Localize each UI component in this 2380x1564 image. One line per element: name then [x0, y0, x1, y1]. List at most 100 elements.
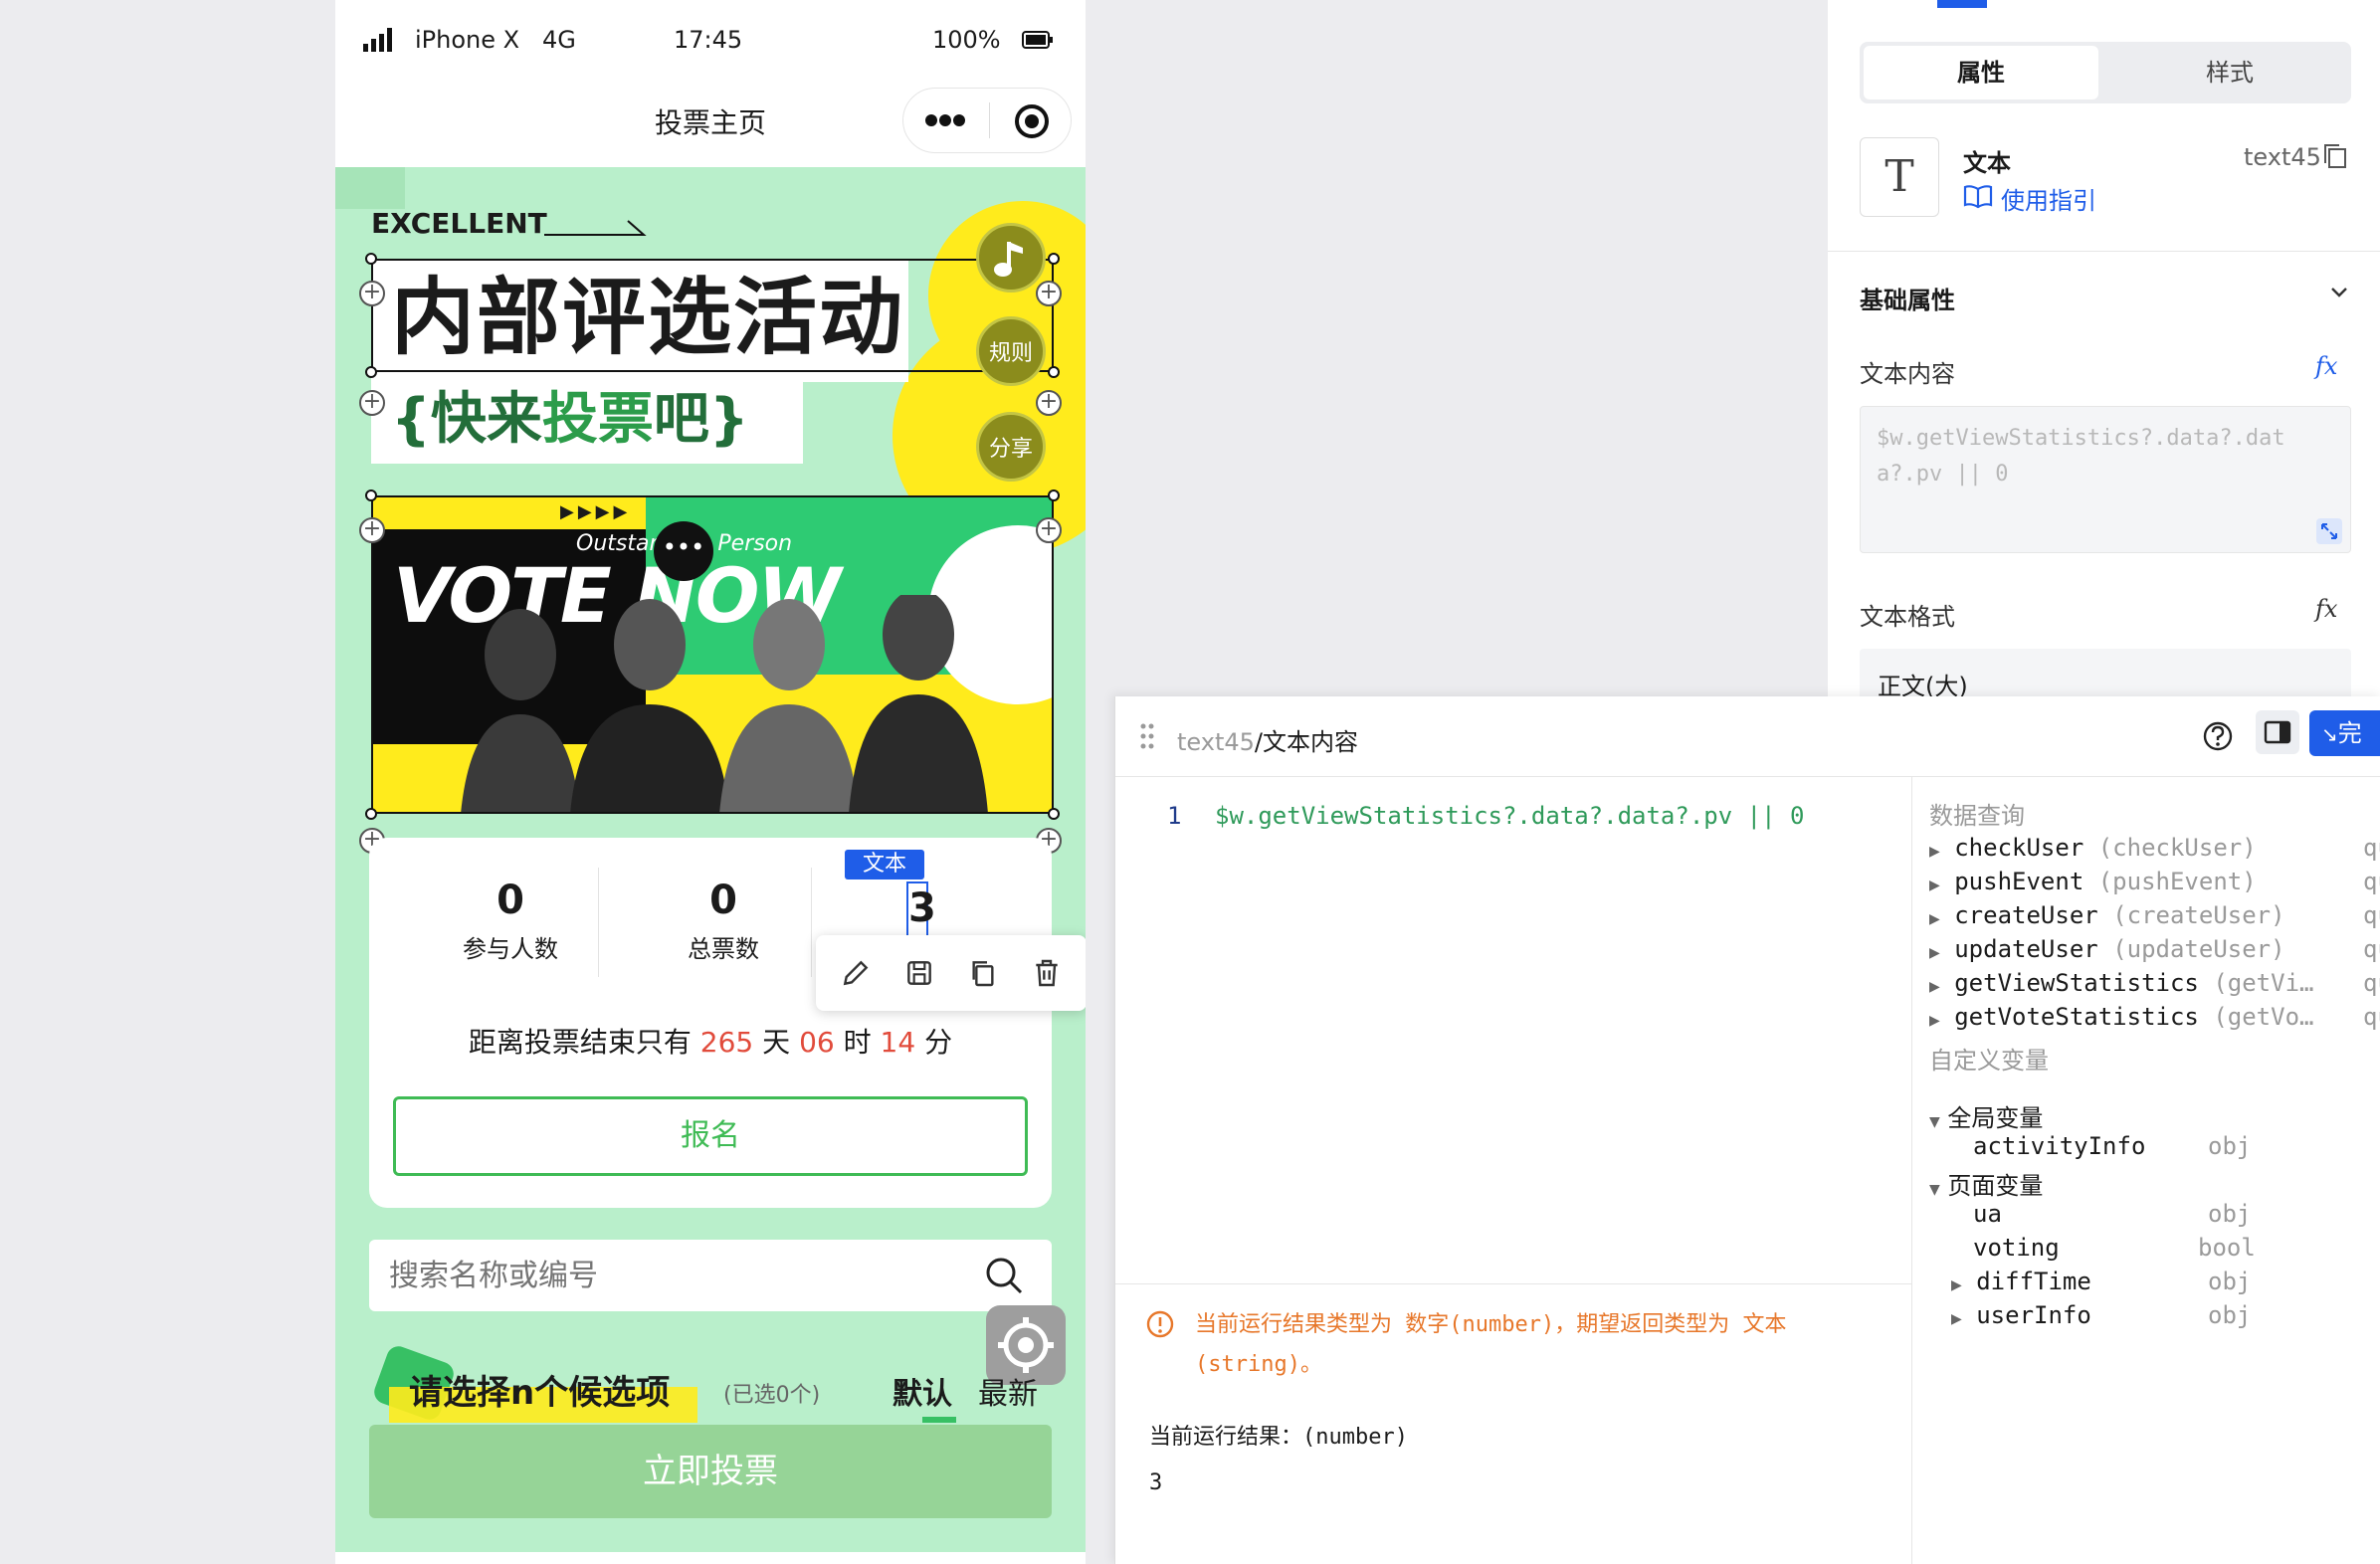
- query-item[interactable]: ▶ updateUser (updateUser)qu: [1929, 935, 2380, 963]
- countdown-minutes: 14: [880, 1026, 916, 1059]
- share-button[interactable]: 分享: [976, 412, 1046, 482]
- stat-participants: 0 参与人数: [411, 878, 610, 964]
- subtitle-pre: {快来: [391, 387, 542, 452]
- content-textarea[interactable]: $w.getViewStatistics?.data?.data?.pv || …: [1860, 406, 2351, 553]
- more-icon[interactable]: [923, 112, 967, 128]
- search-icon[interactable]: [984, 1256, 1024, 1295]
- tab-styles[interactable]: 样式: [2112, 46, 2347, 99]
- data-tree: 数据查询 ▶ checkUser (checkUser)qu ▶ pushEven…: [1921, 776, 2380, 1564]
- views-value[interactable]: 3: [906, 881, 936, 937]
- component-id: text45: [2244, 143, 2321, 171]
- query-item[interactable]: ▶ getVoteStatistics (getVo…qu: [1929, 1003, 2380, 1031]
- edit-icon[interactable]: [840, 957, 872, 989]
- music-button[interactable]: [976, 223, 1046, 293]
- network-label: 4G: [542, 26, 576, 54]
- query-item[interactable]: ▶ checkUser (checkUser)qu: [1929, 834, 2380, 862]
- fx-button[interactable]: fx: [2315, 595, 2337, 623]
- vote-now-button[interactable]: 立即投票: [369, 1425, 1052, 1518]
- expand-arrow-icon[interactable]: ▶: [1929, 844, 1940, 860]
- save-icon[interactable]: [903, 957, 935, 989]
- query-item[interactable]: ▶ getViewStatistics (getVi…qu: [1929, 969, 2380, 997]
- add-above-icon[interactable]: +: [359, 281, 385, 306]
- hero-tag: EXCELLENT: [371, 207, 547, 240]
- chevron-down-icon[interactable]: [2329, 285, 2349, 300]
- tab-properties[interactable]: 属性: [1864, 46, 2098, 99]
- drag-handle-icon[interactable]: [1139, 722, 1155, 750]
- music-note-icon: [994, 242, 1023, 277]
- list-title: 请选择n个候选项: [409, 1373, 671, 1413]
- copy-icon[interactable]: [967, 957, 999, 989]
- battery-label: 100%: [932, 26, 1001, 54]
- content-value: $w.getViewStatistics?.data?.data?.pv || …: [1877, 426, 2285, 487]
- add-right-icon[interactable]: +: [1036, 281, 1062, 306]
- participants-label: 参与人数: [463, 935, 558, 963]
- expand-arrow-icon[interactable]: ▶: [1929, 1013, 1940, 1029]
- custom-vars-title: 自定义变量: [1929, 1047, 2049, 1075]
- mini-program-capsule: [902, 88, 1072, 153]
- expand-arrow-icon[interactable]: ▶: [1929, 911, 1940, 927]
- sort-newest-tab[interactable]: 最新: [978, 1369, 1038, 1413]
- query-item[interactable]: ▶ pushEvent (pushEvent)qu: [1929, 868, 2380, 895]
- carrier-label: iPhone X: [415, 26, 520, 54]
- tree-item[interactable]: ▶ diffTime obj: [1951, 1268, 2380, 1295]
- stat-total-votes: 0 总票数: [624, 878, 823, 964]
- component-type-icon: T: [1860, 137, 1939, 217]
- hero-subtitle: {快来投票吧}: [391, 380, 749, 460]
- expand-arrow-icon[interactable]: ▶: [1929, 979, 1940, 995]
- total-votes-value: 0: [709, 878, 737, 923]
- help-icon[interactable]: [2202, 720, 2234, 752]
- countdown-hours: 06: [799, 1026, 835, 1059]
- format-label: 文本格式: [1860, 603, 1955, 631]
- section-basic-title[interactable]: 基础属性: [1860, 281, 1955, 315]
- countdown-days: 265: [699, 1026, 754, 1059]
- tree-page-vars[interactable]: ▼ 页面变量: [1929, 1166, 2043, 1201]
- queries-title: 数据查询: [1929, 802, 2025, 830]
- property-panel: 属性 样式 T 文本 text45 使用指引 基础属性 文本内容 fx $w.g…: [1828, 0, 2380, 708]
- rules-button[interactable]: 规则: [976, 316, 1046, 386]
- search-bar: [369, 1240, 1052, 1311]
- expand-arrow-icon[interactable]: ▶: [1929, 945, 1940, 961]
- guide-link[interactable]: 使用指引: [2001, 181, 2096, 216]
- delete-icon[interactable]: [1031, 957, 1063, 989]
- tree-item[interactable]: ▶ userInfo obj: [1951, 1301, 2380, 1329]
- code-line[interactable]: $w.getViewStatistics?.data?.data?.pv || …: [1215, 802, 1804, 830]
- expression-editor: text45/文本内容 ↘完 1 $w.getViewStatistics?.d…: [1114, 696, 2380, 1564]
- confirm-button[interactable]: ↘完: [2309, 710, 2380, 756]
- panel-tabs: 属性 样式: [1860, 42, 2351, 103]
- collapse-icon: ↘: [2321, 722, 2338, 746]
- sort-default-tab[interactable]: 默认: [892, 1369, 952, 1413]
- close-capsule-icon[interactable]: [1013, 102, 1051, 140]
- stats-card: 0 参与人数 0 总票数 文本 3 距离投票结束只有 265 天 06 时 14…: [369, 838, 1052, 1208]
- result-value: 3: [1149, 1470, 1163, 1495]
- subtitle-highlight: 投票: [541, 387, 654, 452]
- time-label: 17:45: [674, 26, 743, 54]
- add-left-icon[interactable]: +: [359, 517, 385, 543]
- participants-value: 0: [496, 878, 524, 923]
- code-line-number: 1: [1167, 802, 1182, 830]
- tree-item[interactable]: activityInfo obj: [1973, 1132, 2380, 1160]
- search-input[interactable]: [389, 1252, 946, 1299]
- add-left-icon[interactable]: +: [359, 390, 385, 416]
- tree-global-vars[interactable]: ▼ 全局变量: [1929, 1098, 2043, 1133]
- expand-icon[interactable]: [2316, 518, 2342, 544]
- panel-toggle-icon[interactable]: [2256, 710, 2299, 754]
- tree-item[interactable]: voting bool: [1973, 1234, 2380, 1262]
- content-label: 文本内容: [1860, 360, 1955, 388]
- list-header: 请选择n个候选项 (已选0个) 默认 最新: [369, 1342, 1052, 1427]
- selection-frame-banner: [371, 495, 1054, 814]
- expand-arrow-icon[interactable]: ▶: [1929, 878, 1940, 893]
- tree-item[interactable]: ua obj: [1973, 1200, 2380, 1228]
- countdown-text: 距离投票结束只有 265 天 06 时 14 分: [468, 1026, 953, 1059]
- query-item[interactable]: ▶ createUser (createUser)qu: [1929, 901, 2380, 929]
- signup-button[interactable]: 报名: [393, 1096, 1028, 1176]
- signal-icon: [363, 28, 392, 52]
- result-label: 当前运行结果：(number): [1149, 1425, 1408, 1450]
- book-icon: [1963, 185, 1993, 209]
- fx-button[interactable]: fx: [2315, 352, 2337, 380]
- add-right-icon[interactable]: +: [1036, 390, 1062, 416]
- warning-text: 当前运行结果类型为 数字(number)，期望返回类型为 文本(string)。: [1195, 1312, 1787, 1377]
- nav-bar: 投票主页: [335, 82, 1086, 167]
- status-bar: iPhone X 4G 17:45 100%: [335, 0, 1086, 82]
- copy-id-icon[interactable]: [2321, 141, 2349, 171]
- add-right-icon[interactable]: +: [1036, 517, 1062, 543]
